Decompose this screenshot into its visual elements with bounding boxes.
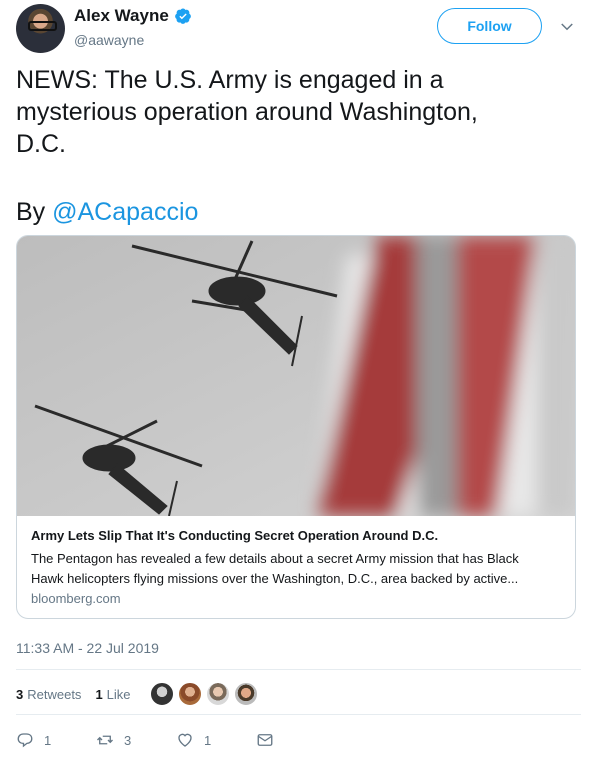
retweet-count: 3 <box>124 732 132 748</box>
retweets-stat[interactable]: 3 Retweets <box>16 687 81 702</box>
divider <box>16 714 581 715</box>
card-domain: bloomberg.com <box>31 591 121 606</box>
byline-prefix: By <box>16 198 53 226</box>
card-description: The Pentagon has revealed a few details … <box>31 549 565 589</box>
follow-button[interactable]: Follow <box>437 8 542 44</box>
likes-count: 1 <box>95 686 103 702</box>
avatar[interactable] <box>204 681 231 707</box>
chevron-down-icon[interactable] <box>558 18 576 36</box>
tweet-text: NEWS: The U.S. Army is engaged in a myst… <box>16 64 576 160</box>
card-description-line: The Pentagon has revealed a few details … <box>31 551 519 566</box>
likes-label: Like <box>106 686 131 702</box>
retweet-icon <box>97 735 113 745</box>
tweet-text-line: mysterious operation around Washington, <box>16 98 478 126</box>
card-image <box>17 236 575 516</box>
author-name-row: Alex Wayne <box>74 6 192 26</box>
heart-icon <box>178 733 192 747</box>
liker-avatars <box>148 681 261 707</box>
tweet-text-line: D.C. <box>16 130 66 158</box>
divider <box>16 669 581 670</box>
retweets-count: 3 <box>16 686 24 702</box>
tweet-byline: By @ACapaccio <box>16 196 198 228</box>
direct-message-button[interactable] <box>256 731 286 749</box>
likes-stat[interactable]: 1 Like <box>95 687 130 702</box>
reply-button[interactable]: 1 <box>16 731 96 749</box>
card-title: Army Lets Slip That It's Conducting Secr… <box>31 528 439 543</box>
avatar[interactable] <box>16 4 65 53</box>
card-description-line: Hawk helicopters flying missions over th… <box>31 571 519 586</box>
reply-count: 1 <box>44 732 52 748</box>
like-count: 1 <box>204 732 212 748</box>
retweets-label: Retweets <box>27 686 82 702</box>
link-card[interactable]: Army Lets Slip That It's Conducting Secr… <box>16 235 576 619</box>
tweet-actions: 1 3 1 <box>16 728 286 752</box>
reply-icon <box>17 733 33 748</box>
avatar[interactable] <box>232 681 259 707</box>
tweet-timestamp[interactable]: 11:33 AM - 22 Jul 2019 <box>16 640 159 656</box>
avatar[interactable] <box>148 681 175 707</box>
tweet-header: Alex Wayne @aawayne Follow <box>16 4 581 54</box>
tweet-stats: 3 Retweets 1 Like <box>16 680 261 708</box>
verified-badge-icon <box>174 8 191 24</box>
retweet-button[interactable]: 3 <box>96 731 176 749</box>
mention-link[interactable]: @ACapaccio <box>52 198 198 226</box>
author-display-name[interactable]: Alex Wayne <box>74 6 169 26</box>
avatar[interactable] <box>176 681 203 707</box>
author-handle[interactable]: @aawayne <box>74 32 144 48</box>
like-button[interactable]: 1 <box>176 731 256 749</box>
envelope-icon <box>257 734 273 746</box>
tweet-text-line: NEWS: The U.S. Army is engaged in a <box>16 66 444 94</box>
